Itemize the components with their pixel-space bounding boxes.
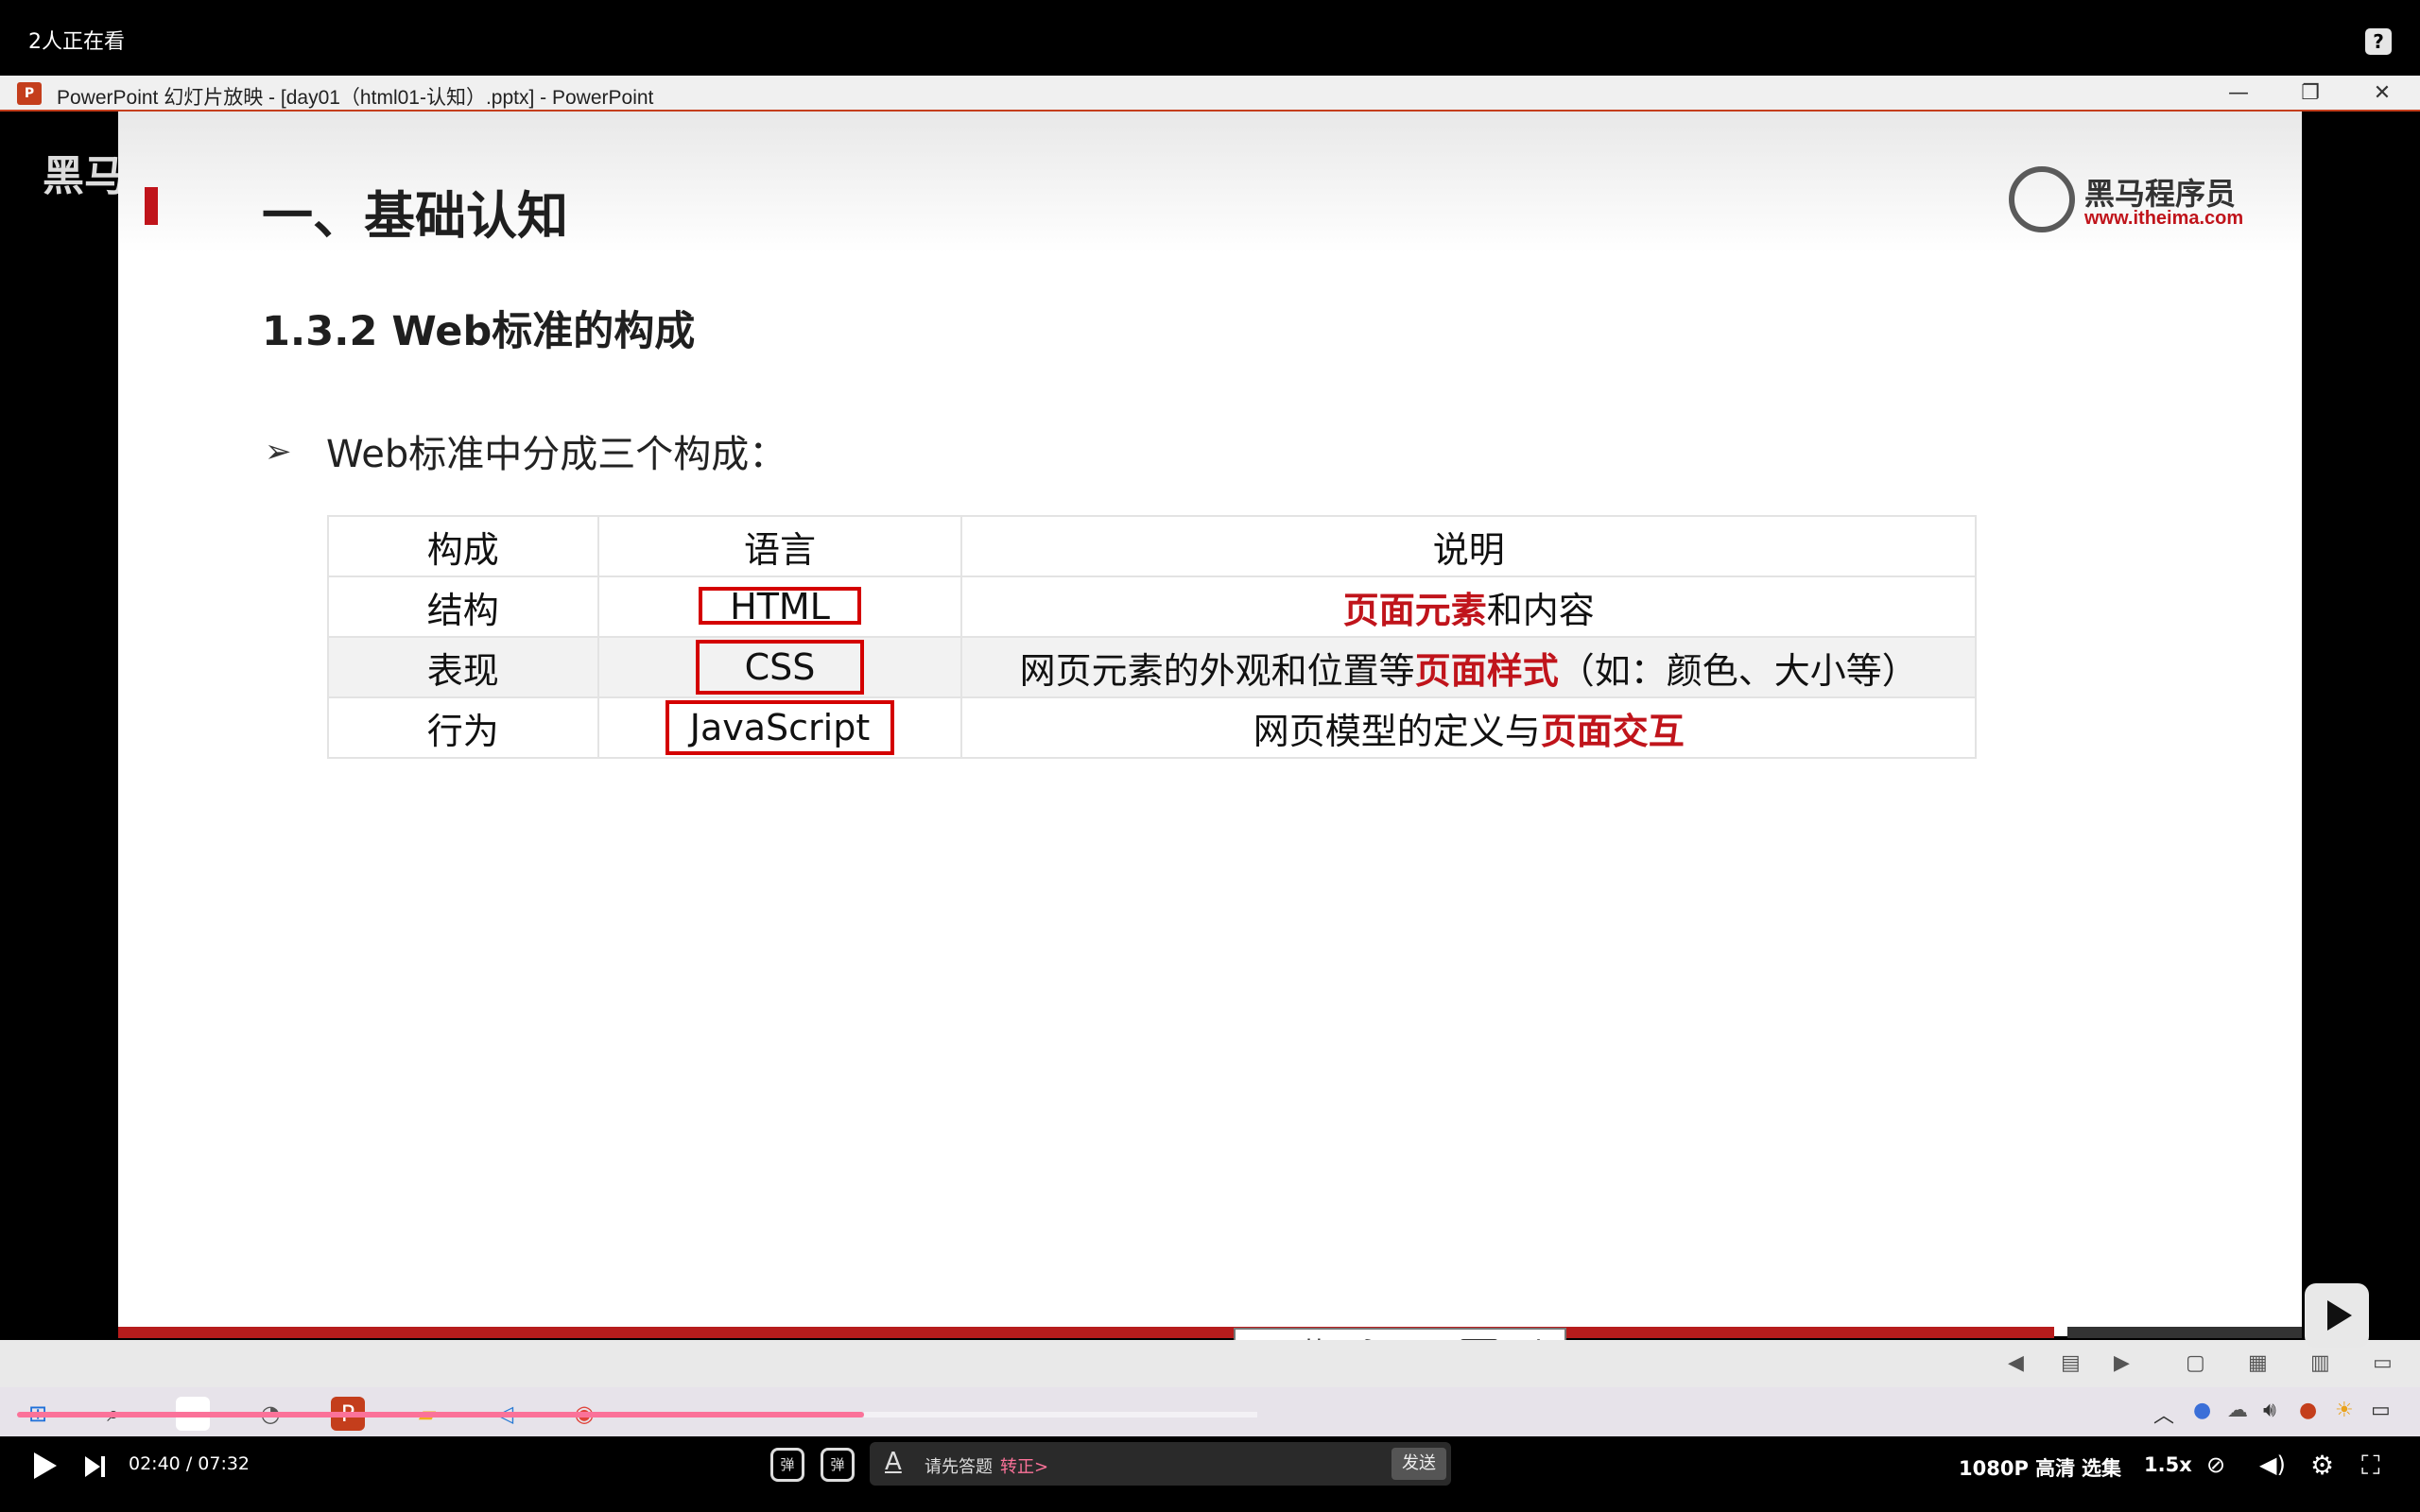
notification-icon[interactable]: ▭	[2371, 1399, 2391, 1422]
table-header-row: 构成 语言 说明	[327, 515, 1977, 577]
tray-chevron-icon[interactable]: ︿	[2153, 1399, 2174, 1429]
cell-language: HTML	[596, 576, 963, 638]
highlight-box: JavaScript	[666, 700, 895, 755]
restore-button[interactable]: ❐	[2282, 79, 2339, 108]
cell-part: 结构	[327, 576, 599, 638]
desc-highlight: 页面交互	[1540, 710, 1685, 752]
slide-footer-dark	[2067, 1327, 2302, 1338]
slideshow-view-icon[interactable]: ▭	[2373, 1351, 2393, 1375]
volume-tray-icon[interactable]: 🔊︎	[2263, 1399, 2276, 1422]
desc-text: 和内容	[1486, 589, 1595, 631]
web-standards-table: 构成 语言 说明 结构 HTML 页面元素和内容 表现 CSS 网页元素的外观和…	[327, 515, 1977, 759]
slide-menu-icon[interactable]: ▤	[2061, 1351, 2081, 1375]
header-language: 语言	[596, 515, 963, 577]
time-display: 02:40 / 07:32	[129, 1453, 250, 1474]
horse-logo-icon	[2009, 166, 2075, 232]
header-part: 构成	[327, 515, 599, 577]
cell-language: JavaScript	[596, 696, 963, 759]
settings-icon[interactable]: ⚙	[2310, 1450, 2334, 1481]
table-row: 行为 JavaScript 网页模型的定义与页面交互	[327, 696, 1977, 759]
desc-text: （如：颜色、大小等）	[1558, 649, 1918, 692]
quality-selector[interactable]: 1080P 高清	[1959, 1453, 2075, 1482]
volume-icon[interactable]: ◀)	[2259, 1452, 2286, 1478]
top-bar: 2人正在看 ?	[0, 0, 2420, 76]
highlight-box: HTML	[699, 586, 862, 627]
minimize-button[interactable]: —	[2210, 79, 2267, 108]
danmaku-toggle-button[interactable]: 弹	[770, 1448, 804, 1482]
powerpoint-icon: P	[17, 82, 42, 105]
help-button[interactable]: ?	[2365, 28, 2392, 55]
normal-view-icon[interactable]: ▢	[2186, 1351, 2205, 1375]
next-slide-icon[interactable]: ▶	[2114, 1351, 2130, 1375]
fullscreen-icon[interactable]: ⛶	[2361, 1450, 2380, 1482]
danmaku-settings-button[interactable]: 弹	[821, 1448, 855, 1482]
cell-language: CSS	[596, 636, 963, 698]
watermark: 黑马	[43, 152, 126, 200]
section-title: 一、基础认知	[262, 186, 568, 246]
danmaku-style-icon[interactable]: A	[885, 1448, 902, 1476]
desc-highlight: 页面样式	[1414, 649, 1559, 692]
header-description: 说明	[960, 515, 1977, 577]
itheima-logo: 黑马程序员 www.itheima.com	[2009, 163, 2245, 238]
language-label: HTML	[730, 586, 830, 627]
tray-red-icon[interactable]: ●	[2299, 1399, 2317, 1422]
speed-button[interactable]: 1.5x	[2144, 1453, 2192, 1476]
send-button[interactable]: 发送	[1392, 1448, 1446, 1480]
sorter-view-icon[interactable]: ▦	[2248, 1351, 2268, 1375]
language-label: CSS	[744, 646, 816, 688]
episodes-button[interactable]: 选集	[2082, 1453, 2121, 1482]
close-button[interactable]: ✕	[2354, 79, 2411, 108]
viewer-count: 2人正在看	[28, 30, 125, 54]
buffer-bar	[864, 1412, 1257, 1418]
floating-play-button[interactable]	[2305, 1283, 2369, 1348]
prev-slide-icon[interactable]: ◀	[2008, 1351, 2024, 1375]
desc-text: 网页模型的定义与	[1253, 710, 1541, 752]
danmaku-hint: 请先答题	[925, 1457, 993, 1477]
current-time: 02:40	[129, 1453, 181, 1474]
language-label: JavaScript	[689, 707, 871, 748]
player-controls: 02:40 / 07:32 弹 弹 A 请先答题 转正> 发送 1080P 高清…	[0, 1436, 2420, 1512]
time-separator: /	[185, 1453, 193, 1474]
bullet-arrow-icon: ➢	[265, 433, 292, 471]
cell-description: 网页元素的外观和位置等页面样式（如：颜色、大小等）	[960, 636, 1977, 698]
total-time: 07:32	[198, 1453, 251, 1474]
ppt-titlebar: P PowerPoint 幻灯片放映 - [day01（html01-认知）.p…	[0, 76, 2420, 112]
cell-part: 表现	[327, 636, 599, 698]
cloud-icon[interactable]: ☁	[2227, 1399, 2248, 1422]
bullet-text: Web标准中分成三个构成：	[326, 433, 787, 476]
weather-icon[interactable]: ☀	[2335, 1399, 2354, 1422]
play-icon[interactable]	[28, 1450, 60, 1482]
table-row: 结构 HTML 页面元素和内容	[327, 576, 1977, 638]
desc-text: 网页元素的外观和位置等	[1019, 649, 1415, 692]
title-accent-bar	[145, 187, 158, 225]
danmaku-input-box[interactable]: A 请先答题 转正> 发送	[870, 1442, 1451, 1486]
slide-subtitle: 1.3.2 Web标准的构成	[262, 308, 696, 355]
next-icon[interactable]	[80, 1452, 109, 1481]
table-row: 表现 CSS 网页元素的外观和位置等页面样式（如：颜色、大小等）	[327, 636, 1977, 698]
logo-url: www.itheima.com	[2084, 208, 2244, 229]
progress-played[interactable]	[17, 1412, 864, 1418]
cell-description: 网页模型的定义与页面交互	[960, 696, 1977, 759]
desc-highlight: 页面元素	[1342, 589, 1487, 631]
window-title: PowerPoint 幻灯片放映 - [day01（html01-认知）.ppt…	[57, 87, 654, 109]
highlight-box: CSS	[696, 640, 865, 695]
ppt-status-bar: ◀ ▤ ▶ ▢ ▦ ▥ ▭	[0, 1340, 2420, 1387]
cell-description: 页面元素和内容	[960, 576, 1977, 638]
slide-footer-bar	[118, 1327, 2054, 1338]
cell-part: 行为	[327, 696, 599, 759]
slide: 一、基础认知 黑马程序员 www.itheima.com 1.3.2 Web标准…	[118, 112, 2302, 1336]
subtitle-off-icon[interactable]: ⊘	[2206, 1452, 2225, 1478]
danmaku-link[interactable]: 转正>	[1000, 1453, 1048, 1478]
reading-view-icon[interactable]: ▥	[2310, 1351, 2330, 1375]
tray-app-icon[interactable]: ●	[2193, 1399, 2211, 1422]
